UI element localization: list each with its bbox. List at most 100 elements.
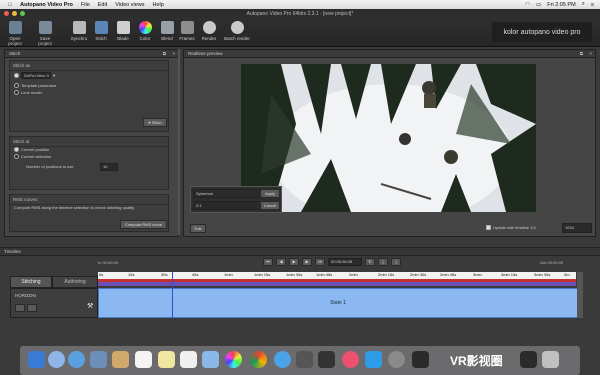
calendar-icon[interactable] <box>135 351 152 368</box>
tab-authoring[interactable]: Authoring <box>52 276 98 288</box>
maps-icon[interactable] <box>202 351 219 368</box>
current-time-field[interactable]: 00:06:06.08 <box>328 258 362 266</box>
app-store-icon[interactable] <box>365 351 382 368</box>
ratio-select[interactable]: 2:1 <box>193 201 261 210</box>
blend-button[interactable]: Blend <box>156 21 178 41</box>
apple-icon[interactable]:  <box>8 2 12 8</box>
tick-label: 2min 30s <box>410 272 427 277</box>
positions-input[interactable]: 10 <box>100 163 118 171</box>
stitch-action-button[interactable]: ♥ Stitch <box>143 118 167 127</box>
batch-gear-icon <box>230 21 244 34</box>
zoom-window-icon[interactable] <box>20 11 25 16</box>
go-end-icon[interactable]: ⏭ <box>315 258 325 266</box>
close-preview-icon[interactable]: × <box>589 50 592 57</box>
compute-rms-button[interactable]: Compute RMS curve <box>120 220 167 229</box>
in-marker[interactable]: In 00:00:00 <box>98 260 118 265</box>
dock: VR影视圈 <box>20 346 580 375</box>
edit-button[interactable]: Edit <box>190 224 206 233</box>
projection-select[interactable]: Spherical <box>193 189 261 198</box>
video-preview[interactable] <box>241 64 536 212</box>
prev-frame-icon[interactable]: ◀ <box>276 258 286 266</box>
apply-button[interactable]: Apply <box>260 189 280 198</box>
open-project-button[interactable]: Open project <box>4 21 26 46</box>
playhead[interactable] <box>172 272 173 318</box>
close-window-icon[interactable] <box>4 11 9 16</box>
radio-current-position[interactable]: Current position <box>14 147 49 153</box>
terminal-icon[interactable] <box>520 351 537 368</box>
batch-render-button[interactable]: Batch render <box>224 21 250 41</box>
photos-icon[interactable] <box>90 351 107 368</box>
go-start-icon[interactable]: ⏮ <box>263 258 273 266</box>
system-preferences-icon[interactable] <box>388 351 405 368</box>
menu-video-views[interactable]: Video views <box>115 2 144 8</box>
frames-button[interactable]: Frames <box>176 21 198 41</box>
color-button[interactable]: Color <box>134 21 156 41</box>
timeline-scrollbar[interactable] <box>577 272 583 318</box>
photo-booth-icon[interactable] <box>318 351 335 368</box>
radio-gopro[interactable]: GoPro Hero 3 ▼ <box>14 72 56 79</box>
stitch-button[interactable]: Stitch <box>90 21 112 41</box>
camera-preset-select[interactable]: GoPro Hero 3 <box>21 72 51 79</box>
minimize-window-icon[interactable] <box>12 11 17 16</box>
autopano-icon[interactable] <box>412 351 429 368</box>
wifi-icon[interactable]: ◠ <box>525 2 530 8</box>
mark-in-icon[interactable]: [ <box>378 258 388 266</box>
menu-list-icon[interactable]: ≡ <box>591 2 594 8</box>
toolbar: Open project Save project Synchro Stitch… <box>0 18 600 47</box>
radio-lens-model[interactable]: Lens model <box>14 90 42 96</box>
tick-label: 3m <box>564 272 570 277</box>
preview-panel-header: Realtime preview ⧉ × <box>184 50 595 58</box>
notes-icon[interactable] <box>158 351 175 368</box>
menu-file[interactable]: File <box>81 2 90 8</box>
out-marker[interactable]: Out 00:00:00 <box>540 260 563 265</box>
synchro-button[interactable]: Synchro <box>68 21 90 41</box>
finder-icon[interactable] <box>28 351 45 368</box>
menu-app-name[interactable]: Autopano Video Pro <box>20 2 73 8</box>
panel-splitter[interactable] <box>178 49 180 235</box>
timeline-header: Timeline <box>0 248 600 256</box>
battery-icon[interactable]: ▭ <box>536 2 541 8</box>
messages-icon[interactable] <box>274 351 291 368</box>
detach-icon[interactable]: ⧉ <box>163 50 166 57</box>
chrome-icon[interactable] <box>250 351 267 368</box>
facetime-icon[interactable] <box>296 351 313 368</box>
track-header: HORIZON ⚒ <box>10 288 98 318</box>
radio-template[interactable]: Template panorama <box>14 83 56 89</box>
next-frame-icon[interactable]: ▶ <box>302 258 312 266</box>
cancel-button[interactable]: Cancel <box>260 201 280 210</box>
loop-icon[interactable]: ↻ <box>365 258 375 266</box>
state-clip[interactable]: State 1 <box>98 288 578 318</box>
render-button[interactable]: Render <box>198 21 220 41</box>
trash-icon[interactable] <box>542 351 559 368</box>
detach-preview-icon[interactable]: ⧉ <box>580 50 583 57</box>
time-ruler[interactable]: 0s 15s 30s 45s 1min 1min 15s 1min 30s 1m… <box>98 272 576 279</box>
contacts-icon[interactable] <box>112 351 129 368</box>
brand-logo: kolor autopano video pro <box>492 22 592 42</box>
update-with-timeline-checkbox[interactable]: Update with timeline 1/4 <box>486 225 536 231</box>
play-icon[interactable]: ▶ <box>289 258 299 266</box>
tab-stitching[interactable]: Stitching <box>10 276 52 288</box>
launchpad-icon[interactable] <box>48 351 65 368</box>
safari-icon[interactable] <box>68 351 85 368</box>
blade-icon <box>116 21 130 34</box>
menu-edit[interactable]: Edit <box>98 2 107 8</box>
rms-section: RMS curves Compute RMS along the timelin… <box>9 194 169 232</box>
mark-out-icon[interactable]: ] <box>391 258 401 266</box>
photos-app-icon[interactable] <box>225 351 242 368</box>
tick-label: 1min 15s <box>254 272 271 277</box>
blade-button[interactable]: Blade <box>112 21 134 41</box>
search-icon[interactable]: ⌕ <box>582 1 585 8</box>
radio-current-selection[interactable]: Current selection <box>14 154 51 160</box>
track-option-icon[interactable] <box>15 304 25 312</box>
track-option-icon[interactable] <box>27 304 37 312</box>
close-icon[interactable]: × <box>172 50 175 57</box>
music-icon[interactable] <box>342 351 359 368</box>
menu-help[interactable]: Help <box>153 2 164 8</box>
resolution-select[interactable]: 1024 <box>562 223 592 233</box>
wrench-icon[interactable]: ⚒ <box>87 302 93 310</box>
stitch-panel: Stitch ⧉ × Stitch as GoPro Hero 3 ▼ Temp… <box>4 49 179 237</box>
clock[interactable]: Fri 2:05 PM <box>547 2 575 8</box>
save-project-button[interactable]: Save project <box>34 21 56 46</box>
reminders-icon[interactable] <box>180 351 197 368</box>
tick-label: 3min <box>473 272 482 277</box>
